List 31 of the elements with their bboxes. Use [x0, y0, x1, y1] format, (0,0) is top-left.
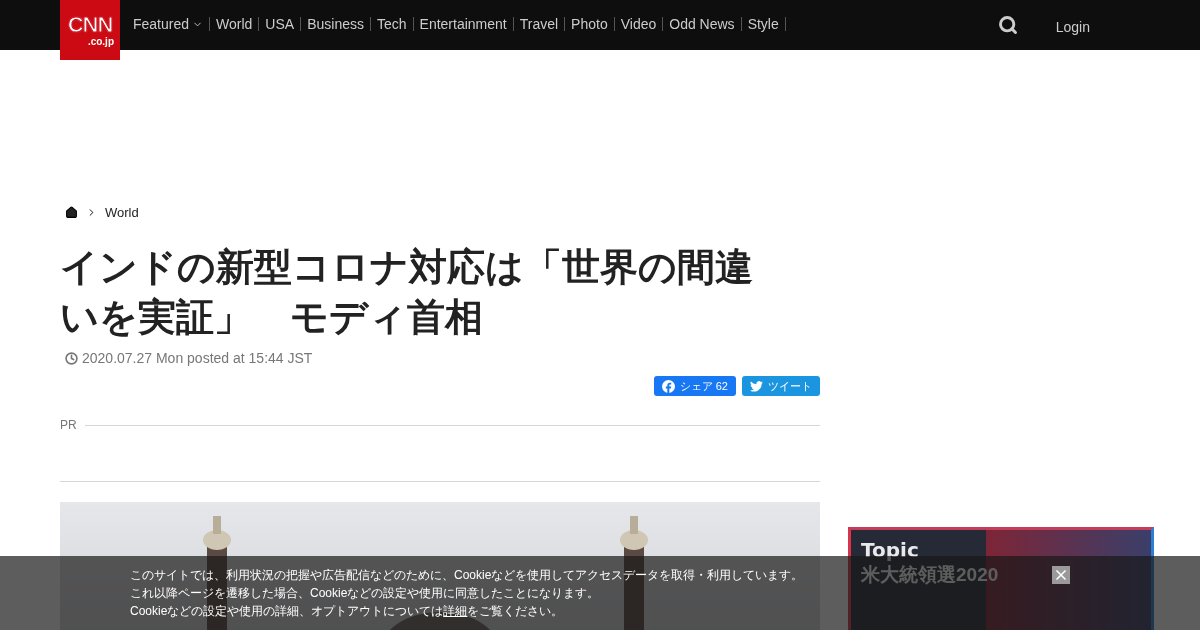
nav-link[interactable]: Featured — [127, 17, 211, 31]
clock-icon — [65, 351, 78, 365]
facebook-share-button[interactable]: シェア 62 — [653, 376, 736, 396]
nav-link[interactable]: Tech — [370, 17, 414, 31]
logo-text: CNN — [67, 13, 113, 36]
nav-link[interactable]: Business — [301, 17, 371, 31]
banner-subtitle: 米大統領選2020 — [861, 563, 999, 587]
search-icon[interactable] — [997, 15, 1018, 35]
cookie-text: このサイトでは、利用状況の把握や広告配信などのために、Cookieなどを使用してアクセスデータを取得・利用しています。 これ以降ページを遷移した場合、Cookieなどの設定や使用に同意したことになります。 Cookieなどの設定や使用の詳細、オプトアウトについては詳細をご覧ください。 — [130, 567, 805, 620]
login-link[interactable]: Login — [1055, 19, 1090, 35]
close-icon — [1053, 567, 1069, 583]
nav-link[interactable]: Video — [614, 17, 664, 31]
nav-link[interactable]: Style — [741, 17, 786, 31]
post-date: 2020.07.27 Mon posted at 15:44 JST — [82, 350, 313, 366]
nav-link[interactable]: USA — [259, 17, 302, 31]
nav-link[interactable]: Entertainment — [413, 17, 514, 31]
nav-link[interactable]: Travel — [513, 17, 566, 31]
nav-link[interactable]: World — [210, 17, 260, 31]
nav-link[interactable]: Odd News — [663, 17, 742, 31]
breadcrumb-link[interactable]: World — [105, 204, 139, 220]
details-link[interactable]: 詳細 — [443, 604, 468, 618]
facebook-icon — [661, 379, 675, 393]
logo[interactable]: CNN .co.jp — [60, 0, 120, 60]
close-button[interactable] — [1052, 566, 1070, 584]
logo-domain: .co.jp — [87, 35, 114, 47]
banner-title: Topic — [861, 538, 920, 562]
bird-icon — [750, 380, 763, 392]
home-icon[interactable] — [65, 205, 78, 219]
article-title: インドの新型コロナ対応は「世界の間違いを実証」 モディ首相 — [60, 245, 754, 340]
nav-link[interactable]: Photo — [565, 17, 615, 31]
pr-label: PR — [60, 418, 77, 432]
